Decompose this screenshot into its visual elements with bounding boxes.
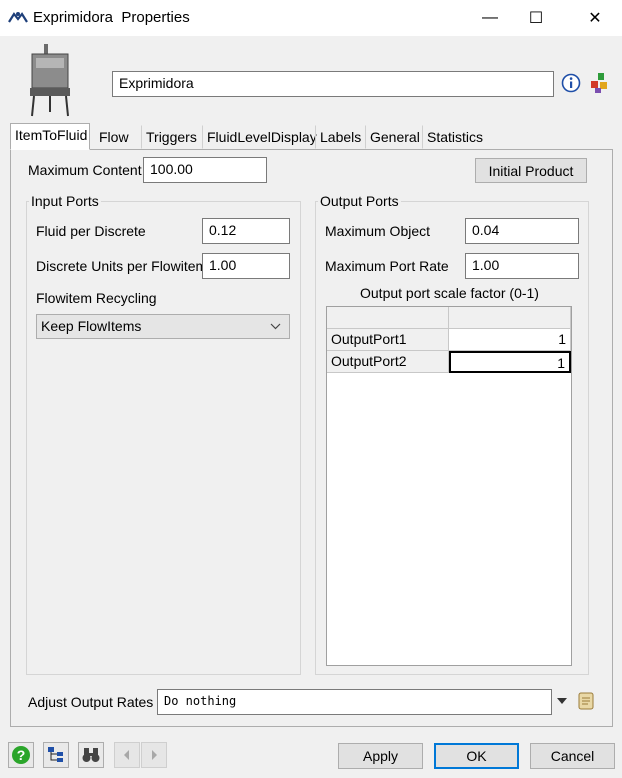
table-row-header: OutputPort1: [327, 329, 449, 351]
scale-factor-label: Output port scale factor (0-1): [360, 285, 539, 301]
input-ports-title: Input Ports: [29, 193, 101, 209]
window-title: Exprimidora Properties: [33, 9, 190, 26]
adjust-output-rates-field[interactable]: Do nothing: [157, 689, 552, 715]
max-content-field[interactable]: 100.00: [143, 157, 267, 183]
ok-button[interactable]: OK: [434, 743, 519, 769]
close-button[interactable]: ✕: [572, 0, 618, 36]
tab-flow[interactable]: Flow: [94, 125, 138, 149]
forward-icon: [152, 750, 157, 760]
dropdown-triangle-icon[interactable]: [557, 698, 567, 705]
tab-statistics[interactable]: Statistics: [422, 125, 486, 149]
properties-cubes-icon[interactable]: [589, 72, 611, 94]
cancel-button[interactable]: Cancel: [530, 743, 615, 769]
binoculars-icon: [82, 748, 100, 762]
chevron-down-icon: [270, 323, 281, 330]
table-cell[interactable]: 1: [449, 329, 571, 351]
help-button[interactable]: ?: [8, 742, 34, 768]
flowitem-recycling-label: Flowitem Recycling: [36, 290, 157, 306]
tab-fluidleveldisplay[interactable]: FluidLevelDisplay: [202, 125, 317, 149]
object-name-input[interactable]: Exprimidora: [112, 71, 554, 97]
object-thumbnail-icon: [30, 44, 70, 117]
table-row-header: OutputPort2: [327, 351, 449, 373]
tree-icon: [48, 747, 63, 762]
table-corner-header: [327, 307, 449, 329]
fluid-per-discrete-label: Fluid per Discrete: [36, 223, 146, 239]
initial-product-button[interactable]: Initial Product: [475, 158, 587, 183]
tab-general[interactable]: General: [365, 125, 420, 149]
flowitem-recycling-select[interactable]: Keep FlowItems: [36, 314, 290, 339]
max-content-label: Maximum Content: [28, 162, 142, 178]
tree-view-button[interactable]: [43, 742, 69, 768]
max-port-rate-field[interactable]: 1.00: [465, 253, 579, 279]
flowitem-recycling-value: Keep FlowItems: [41, 318, 142, 334]
max-port-rate-label: Maximum Port Rate: [325, 258, 449, 274]
app-icon: [8, 12, 28, 23]
max-object-label: Maximum Object: [325, 223, 431, 239]
find-button[interactable]: [78, 742, 104, 768]
tab-itemtofluid[interactable]: ItemToFluid: [10, 123, 90, 150]
scale-factor-table[interactable]: OutputPort1 1 OutputPort2 1: [326, 306, 572, 666]
adjust-output-rates-label: Adjust Output Rates: [28, 694, 154, 710]
apply-button[interactable]: Apply: [338, 743, 423, 769]
max-object-field[interactable]: 0.04: [465, 218, 579, 244]
tab-labels[interactable]: Labels: [315, 125, 362, 149]
tab-triggers[interactable]: Triggers: [141, 125, 199, 149]
svg-text:?: ?: [17, 747, 26, 763]
help-icon: ?: [12, 746, 30, 764]
script-edit-icon[interactable]: [575, 690, 597, 712]
table-cell-selected[interactable]: 1: [449, 351, 571, 373]
discrete-units-label: Discrete Units per Flowitem: [36, 258, 208, 274]
info-icon[interactable]: [561, 73, 581, 93]
minimize-button[interactable]: —: [467, 0, 513, 36]
fluid-per-discrete-field[interactable]: 0.12: [202, 218, 290, 244]
table-value-header: [449, 307, 571, 329]
maximize-button[interactable]: ☐: [513, 0, 559, 36]
back-icon: [124, 750, 129, 760]
discrete-units-field[interactable]: 1.00: [202, 253, 290, 279]
back-button[interactable]: [114, 742, 140, 768]
forward-button[interactable]: [141, 742, 167, 768]
output-ports-title: Output Ports: [318, 193, 401, 209]
